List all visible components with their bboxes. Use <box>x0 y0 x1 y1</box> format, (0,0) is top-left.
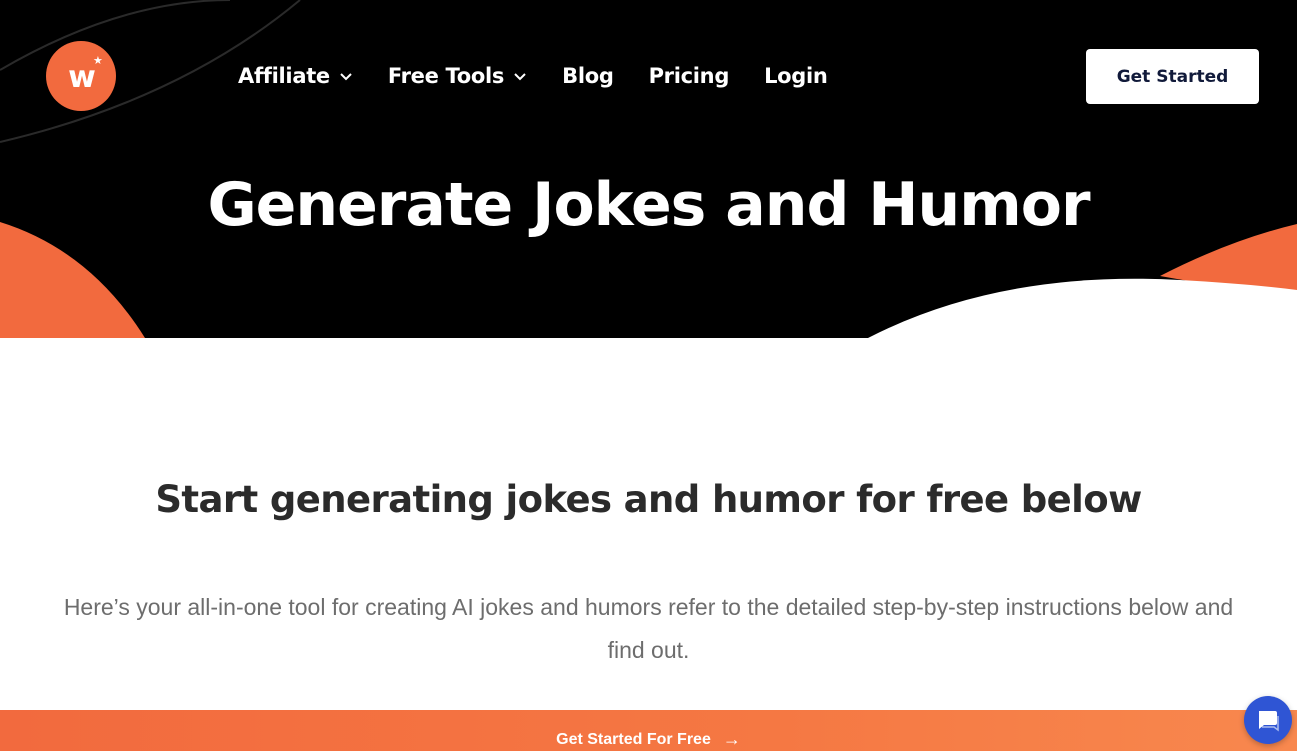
star-icon: ★ <box>93 55 103 67</box>
bottom-bar-label: Get Started For Free <box>556 730 711 748</box>
nav-item-label: Free Tools <box>387 64 505 88</box>
chat-icon <box>1259 711 1279 732</box>
chevron-down-icon <box>340 73 352 81</box>
nav-item-affiliate[interactable]: Affiliate <box>238 64 353 88</box>
bottom-bar-content: Get Started For Free → <box>556 729 741 750</box>
nav-item-label: Pricing <box>648 64 730 88</box>
logo[interactable]: w ★ <box>46 41 116 111</box>
chevron-down-icon <box>514 73 526 81</box>
chat-button[interactable] <box>1244 696 1292 744</box>
logo-letter: w <box>68 59 96 95</box>
hero-section: w ★ Affiliate Free Tools Blog Pricing Lo… <box>0 0 1297 338</box>
section-description: Here’s your all-in-one tool for creating… <box>63 594 1234 663</box>
get-started-free-button[interactable]: Get Started For Free → <box>0 710 1297 751</box>
nav-item-free-tools[interactable]: Free Tools <box>388 64 527 88</box>
nav-item-pricing[interactable]: Pricing <box>648 64 730 88</box>
page: w ★ Affiliate Free Tools Blog Pricing Lo… <box>0 0 1297 751</box>
nav-item-login[interactable]: Login <box>764 64 828 88</box>
arrow-right-icon: → <box>722 729 741 749</box>
nav-item-label: Affiliate <box>238 64 330 88</box>
get-started-button[interactable]: Get Started <box>1086 49 1259 104</box>
nav-item-blog[interactable]: Blog <box>562 64 614 88</box>
nav-item-label: Blog <box>562 64 614 88</box>
main-nav: Affiliate Free Tools Blog Pricing Login <box>238 62 863 90</box>
hero-title: Generate Jokes and Humor <box>207 170 1090 240</box>
section-title: Start generating jokes and humor for fre… <box>155 478 1142 521</box>
nav-item-label: Login <box>764 64 828 88</box>
